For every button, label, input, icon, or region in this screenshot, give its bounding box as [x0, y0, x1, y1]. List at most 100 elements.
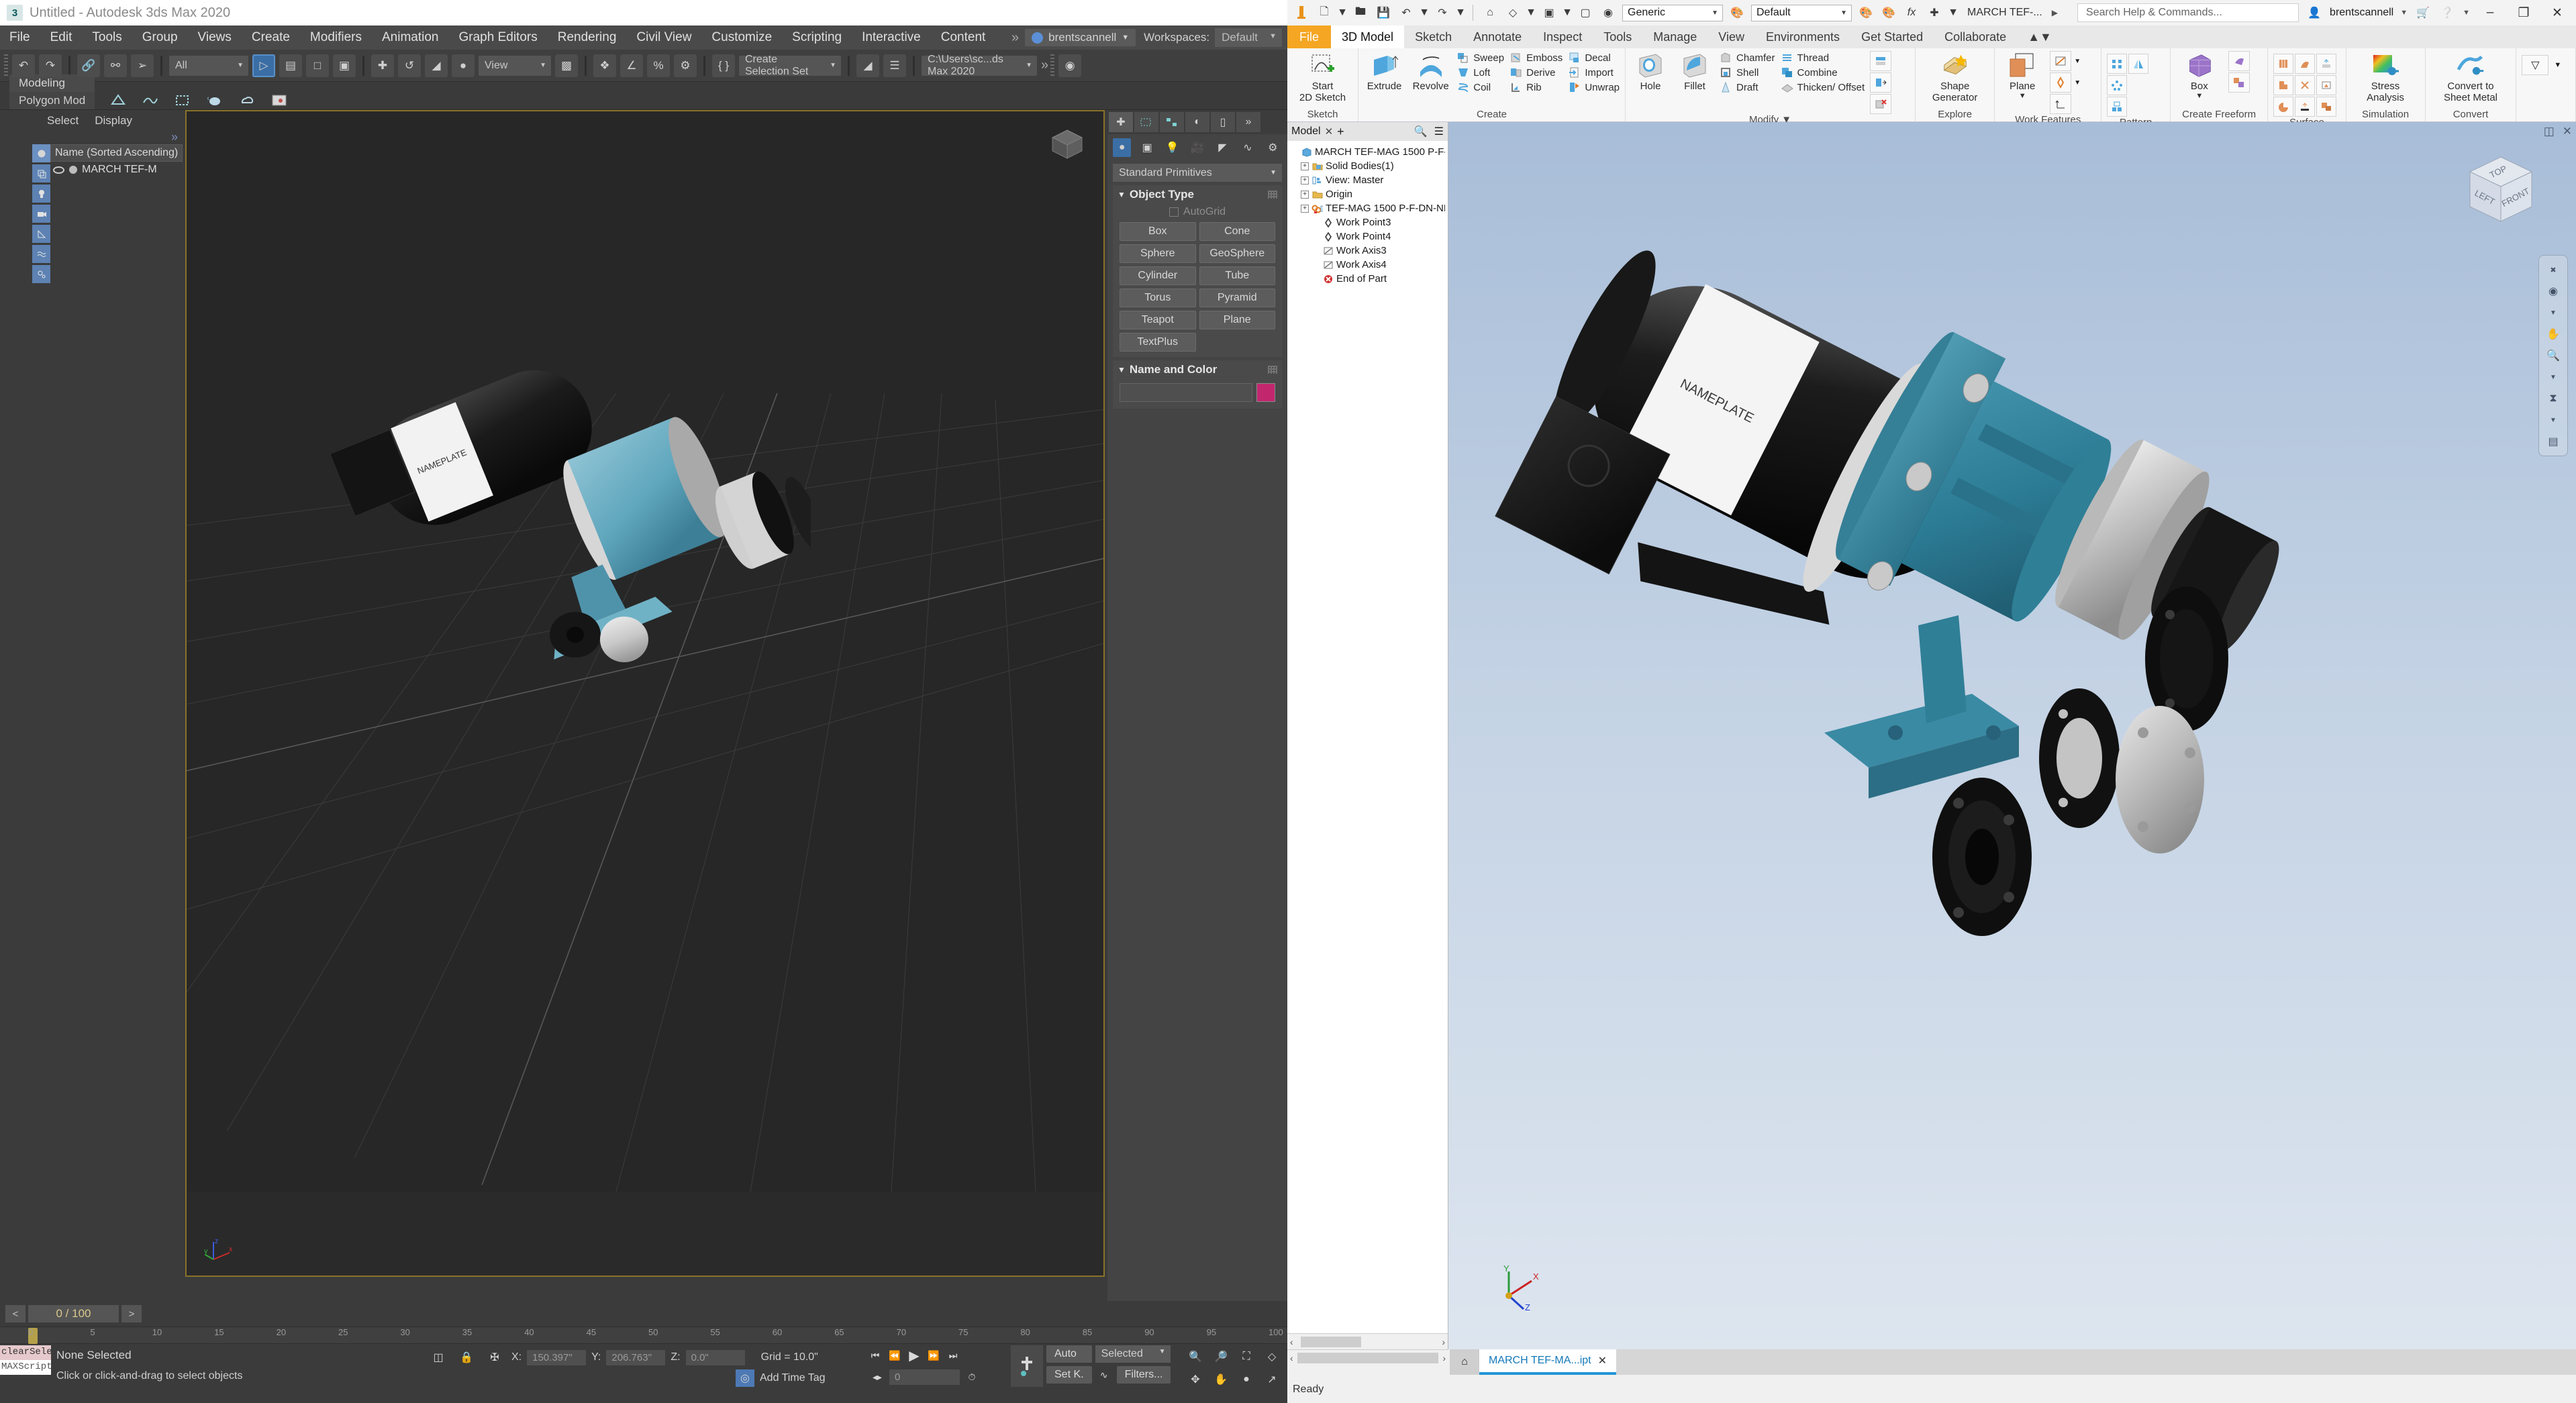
filter-space-warps-icon[interactable]: [32, 245, 50, 263]
toolbar-grip-2[interactable]: [1050, 54, 1055, 77]
hole-button[interactable]: Hole: [1631, 51, 1670, 92]
start-2d-sketch-button[interactable]: Start 2D Sketch: [1293, 51, 1352, 104]
browser-tree-item[interactable]: Work Axis3: [1290, 244, 1445, 258]
move-face-icon[interactable]: [1870, 72, 1892, 93]
play-animation-icon[interactable]: ▶: [905, 1347, 923, 1364]
tab-annotate[interactable]: Annotate: [1463, 25, 1532, 48]
max-menu-create[interactable]: Create: [252, 30, 290, 45]
spinner-snap-icon[interactable]: ⚙: [674, 54, 697, 77]
appearance-combo[interactable]: Default: [1751, 4, 1852, 21]
tree-expand-icon[interactable]: +: [1301, 176, 1309, 185]
use-pivot-center-icon[interactable]: ▩: [555, 54, 578, 77]
select-and-place-icon[interactable]: ●: [452, 54, 475, 77]
stress-analysis-button[interactable]: Stress Analysis: [2353, 51, 2418, 104]
create-torus-button[interactable]: Torus: [1120, 289, 1196, 307]
orbit-icon[interactable]: ●: [1235, 1369, 1258, 1390]
browser-scroll-thumb[interactable]: [1301, 1336, 1361, 1347]
shell-button[interactable]: Shell: [1720, 66, 1775, 79]
select-object-icon[interactable]: ▷: [252, 54, 275, 77]
pan-icon[interactable]: ✋: [2542, 324, 2565, 344]
zoom-all-icon[interactable]: 🔎: [1209, 1347, 1232, 1367]
browser-tree-item[interactable]: + Origin: [1290, 187, 1445, 201]
plane-dropdown-icon[interactable]: ▼: [2019, 92, 2026, 101]
home-view-icon[interactable]: ⌂: [1481, 4, 1499, 21]
rollout-grip-icon[interactable]: [1268, 191, 1277, 199]
autogrid-row[interactable]: AutoGrid: [1113, 204, 1282, 222]
browser-horizontal-scrollbar[interactable]: ‹ ›: [1287, 1333, 1448, 1349]
toolbar-overflow-icon[interactable]: »: [1041, 58, 1048, 73]
name-color-collapse-icon[interactable]: ▼: [1118, 365, 1126, 374]
toolbar-grip[interactable]: [4, 54, 8, 77]
orbit-icon[interactable]: ⧗: [2542, 388, 2565, 409]
key-mode-toggle-icon[interactable]: ◂▸: [869, 1368, 886, 1386]
new-file-icon[interactable]: 🗋: [1316, 4, 1333, 21]
extrude-button[interactable]: Extrude: [1364, 51, 1405, 92]
max-menu-file[interactable]: File: [9, 30, 30, 45]
browser-search-icon[interactable]: 🔍: [1414, 125, 1428, 138]
command-tab-motion-icon[interactable]: ◐: [1185, 112, 1209, 132]
home-tab-icon[interactable]: ⌂: [1450, 1349, 1479, 1375]
key-tangent-icon[interactable]: ∿: [1095, 1366, 1113, 1384]
panel-overflow-dropdown-icon[interactable]: ▼: [2554, 55, 2561, 69]
document-breadcrumb[interactable]: MARCH TEF-...: [1967, 7, 2042, 19]
tree-expand-icon[interactable]: +: [1301, 204, 1309, 213]
browser-tab-model[interactable]: Model: [1291, 125, 1321, 138]
create-cone-button[interactable]: Cone: [1199, 222, 1275, 241]
create-box-button[interactable]: Box: [1120, 222, 1196, 241]
surface-sculpt-icon[interactable]: [2273, 97, 2294, 117]
surface-patch-icon[interactable]: [2295, 54, 2316, 74]
max-menu-animation[interactable]: Animation: [382, 30, 439, 45]
browser-tree-item[interactable]: MARCH TEF-MAG 1500 P-F-DN-NEM: [1290, 145, 1445, 159]
visual-style-dropdown-icon[interactable]: ▼: [1562, 4, 1573, 21]
go-to-end-icon[interactable]: ⏭: [944, 1347, 962, 1364]
ribbon-freeform-icon[interactable]: [142, 93, 159, 107]
zoom-icon[interactable]: 🔍: [2542, 346, 2565, 366]
freeform-quadball-icon[interactable]: [2228, 51, 2250, 71]
shadows-icon[interactable]: ▢: [1577, 4, 1594, 21]
scene-explorer-tab-display[interactable]: Display: [95, 114, 132, 127]
ribbon-populate-icon[interactable]: [270, 93, 288, 107]
filter-bones-icon[interactable]: [32, 265, 50, 283]
visibility-eye-icon[interactable]: [53, 166, 64, 174]
convert-to-sheet-metal-button[interactable]: Convert to Sheet Metal: [2431, 51, 2510, 104]
max-view-cube[interactable]: [1048, 126, 1086, 164]
sketch-driven-pattern-icon[interactable]: [2107, 97, 2128, 117]
view-style-icon[interactable]: ◇: [1504, 4, 1522, 21]
filter-helpers-icon[interactable]: [32, 225, 50, 243]
save-icon[interactable]: 💾: [1375, 4, 1392, 21]
shape-generator-button[interactable]: Shape Generator: [1922, 51, 1989, 104]
freeform-convert-icon[interactable]: [2228, 72, 2250, 93]
time-slider[interactable]: 0 5 10 15 20 25 30 35 40 45 50 55 60 65 70 75 80 85 90 95 10…: [0, 1327, 1287, 1344]
absolute-relative-toggle-icon[interactable]: ✠: [483, 1347, 506, 1367]
rectangular-selection-region-icon[interactable]: □: [306, 54, 329, 77]
selection-lock-region-icon[interactable]: ◫: [427, 1347, 450, 1367]
footer-scroll-right-icon[interactable]: ›: [1442, 1353, 1446, 1363]
maxscript-output-line[interactable]: clearSelectio: [0, 1345, 51, 1360]
panel-overflow-icon[interactable]: ▽: [2522, 55, 2549, 75]
filter-geometry-icon[interactable]: [32, 144, 50, 162]
scene-explorer-row[interactable]: MARCH TEF-M: [50, 162, 183, 178]
surface-boundary-icon[interactable]: [2273, 75, 2294, 95]
percent-snap-icon[interactable]: %: [647, 54, 670, 77]
create-tube-button[interactable]: Tube: [1199, 266, 1275, 285]
draft-button[interactable]: Draft: [1720, 81, 1775, 94]
coil-button[interactable]: Coil: [1456, 81, 1504, 94]
breadcrumb-arrow-icon[interactable]: ▶: [2052, 8, 2058, 17]
select-and-move-icon[interactable]: ✚: [371, 54, 394, 77]
max-menu-rendering[interactable]: Rendering: [558, 30, 617, 45]
undo-dropdown-icon[interactable]: ▼: [1419, 4, 1430, 21]
look-at-icon[interactable]: ▤: [2542, 431, 2565, 452]
ribbon-tab-modeling[interactable]: Modeling: [9, 74, 95, 92]
zoom-icon[interactable]: 🔍: [1184, 1347, 1207, 1367]
browser-tree-item[interactable]: + TEF-MAG 1500 P-F-DN-NEMA: [1290, 201, 1445, 215]
view-style-dropdown-icon[interactable]: ▼: [1526, 4, 1536, 21]
select-and-rotate-icon[interactable]: ↺: [398, 54, 421, 77]
browser-menu-icon[interactable]: ☰: [1434, 125, 1444, 138]
max-menu-scripting[interactable]: Scripting: [792, 30, 842, 45]
align-icon[interactable]: ☰: [883, 54, 906, 77]
work-axis-dropdown-icon[interactable]: ▼: [2073, 51, 2082, 71]
split-icon[interactable]: [1870, 51, 1892, 71]
create-systems-icon[interactable]: ⚙: [1264, 138, 1282, 157]
mirror-pattern-icon[interactable]: [2128, 54, 2149, 74]
appearance-add-icon[interactable]: 🎨: [1857, 4, 1875, 21]
